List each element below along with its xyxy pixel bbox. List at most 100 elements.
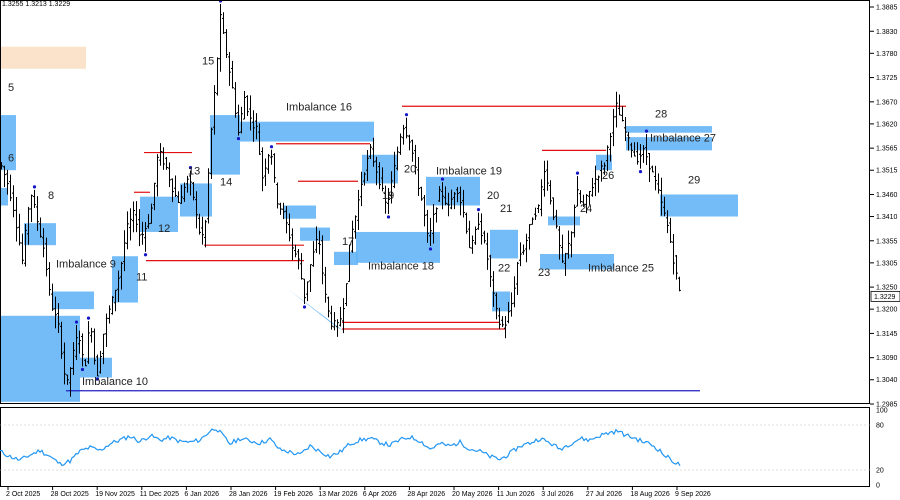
annotation-label: 24	[580, 203, 592, 215]
annotation-label: Imbalance 19	[436, 166, 502, 178]
annotation-label: Imbalance 27	[650, 133, 716, 145]
oscillator-panel: 100 80 20 0	[0, 408, 888, 490]
imbalance-wedge	[288, 289, 344, 332]
annotation-label: Imbalance 9	[56, 258, 116, 270]
time-tick-label: 6 Apr 2026	[363, 491, 397, 498]
time-tick-label: 13 Mar 2026	[318, 491, 357, 498]
price-tick-label: 1.3460	[876, 192, 898, 199]
annotation-label: 19	[382, 190, 394, 202]
annotation-label: 20	[404, 163, 416, 175]
fractal-down-marker	[143, 253, 148, 257]
imbalance-zone	[490, 229, 518, 259]
annotation-label: 15	[202, 55, 214, 67]
imbalance-zone	[492, 291, 510, 312]
fractal-down-marker	[80, 367, 85, 372]
annotation-label: 13	[188, 166, 200, 178]
imbalance-zone	[0, 187, 8, 206]
annotation-label: 28	[655, 108, 667, 120]
price-chart[interactable]: 5 6 8 Imbalance 9 Imbalance 10 11 12 13 14 15 Imba…	[0, 0, 900, 500]
time-axis: 2 Oct 2025 28 Oct 2025 19 Nov 2025 11 Dec 2…	[6, 486, 711, 498]
fractal-down-marker	[638, 170, 643, 174]
price-tick-label: 1.3040	[876, 377, 898, 384]
imbalance-zone	[426, 176, 480, 206]
fractal-up-marker	[644, 129, 649, 133]
price-tick-label: 1.3620	[876, 121, 898, 128]
price-tick-label: 1.3565	[876, 146, 898, 153]
time-tick-label: 28 Apr 2026	[407, 491, 445, 498]
annotation-label: 11	[136, 271, 147, 283]
price-tick-label: 1.3670	[876, 99, 898, 106]
price-tick-label: 1.3725	[876, 75, 898, 82]
imbalance-zone	[0, 315, 80, 402]
annotation-label: Imbalance 10	[82, 376, 148, 388]
fractal-up-marker	[86, 316, 91, 320]
fractal-up-marker	[404, 113, 409, 117]
time-tick-label: 28 Jan 2026	[229, 491, 268, 498]
time-tick-label: 19 Feb 2026	[274, 491, 313, 498]
imbalance-zone	[240, 121, 374, 142]
annotation-label: 26	[602, 170, 614, 182]
oscillator-tick-label: 80	[876, 423, 884, 430]
annotation-label: 8	[48, 190, 54, 202]
price-tick-label: 1.3250	[876, 285, 898, 292]
fractal-down-marker	[386, 215, 391, 219]
price-tick-label: 1.3145	[876, 331, 898, 338]
price-tick-label: 1.3090	[876, 355, 898, 362]
imbalance-zones	[0, 46, 738, 402]
time-tick-label: 27 Jul 2026	[586, 491, 622, 498]
imbalance-zone	[548, 216, 580, 226]
price-tick-label: 1.3885	[876, 5, 898, 12]
oscillator-tick-label: 0	[876, 483, 880, 490]
time-tick-label: 9 Sep 2026	[675, 491, 711, 498]
annotation-label: 5	[8, 82, 14, 94]
time-tick-label: 28 Oct 2025	[51, 491, 89, 498]
fractal-up-marker	[32, 185, 37, 189]
fractal-up-marker	[575, 171, 580, 175]
oscillator-tick-label: 20	[876, 468, 884, 475]
current-price-label: 1.3229	[874, 294, 896, 301]
price-axis: 1.3885 1.3830 1.3780 1.3725 1.3670 1.3620 1.35…	[870, 5, 900, 409]
fractal-up-marker	[74, 320, 79, 324]
fractal-up-marker	[476, 207, 481, 212]
price-tick-label: 1.3410	[876, 214, 898, 221]
fractal-down-marker	[428, 247, 433, 251]
imbalance-zone	[300, 227, 330, 241]
imbalance-zone	[660, 194, 738, 217]
time-tick-label: 19 Nov 2025	[95, 491, 135, 498]
annotation-label: 20	[487, 190, 499, 202]
price-tick-label: 1.3355	[876, 238, 898, 245]
fractal-down-marker	[302, 305, 307, 309]
time-tick-label: 11 Dec 2025	[140, 491, 179, 498]
time-tick-label: 6 Jan 2026	[184, 491, 219, 498]
annotation-label: 12	[158, 223, 170, 235]
price-tick-label: 1.3515	[876, 168, 898, 175]
annotation-label: 22	[498, 263, 510, 275]
annotation-label: 14	[220, 177, 232, 189]
annotation-label: 23	[538, 267, 550, 279]
price-tick-label: 1.3305	[876, 260, 898, 267]
fractal-up-marker	[269, 145, 274, 149]
price-bars	[0, 0, 681, 397]
price-tick-label: 1.3830	[876, 29, 898, 36]
time-tick-label: 3 Jul 2026	[541, 491, 573, 498]
annotation-label: 17	[342, 236, 354, 248]
time-tick-label: 11 Jun 2026	[497, 491, 535, 498]
imbalance-zone	[334, 251, 358, 266]
chart-labels: 5 6 8 Imbalance 9 Imbalance 10 11 12 13 14 15 Imba…	[8, 55, 716, 388]
oscillator-line	[0, 428, 681, 467]
ohlc-readout: 1.3255 1.3213 1.3229	[2, 1, 71, 8]
time-tick-label: 20 May 2026	[452, 491, 493, 498]
price-tick-label: 1.3200	[876, 307, 898, 314]
highlight-box	[0, 46, 86, 69]
annotation-label: Imbalance 16	[286, 102, 352, 114]
time-tick-label: 18 Aug 2026	[630, 491, 669, 498]
fractal-up-marker	[440, 177, 445, 181]
oscillator-tick-label: 100	[876, 408, 888, 415]
time-tick-label: 2 Oct 2025	[6, 491, 40, 498]
annotation-label: Imbalance 25	[588, 263, 654, 275]
imbalance-zone	[284, 205, 316, 219]
annotation-label: 29	[688, 174, 700, 186]
annotation-label: 6	[8, 152, 14, 164]
fractal-down-marker	[236, 136, 241, 141]
annotation-label: Imbalance 18	[368, 260, 434, 272]
